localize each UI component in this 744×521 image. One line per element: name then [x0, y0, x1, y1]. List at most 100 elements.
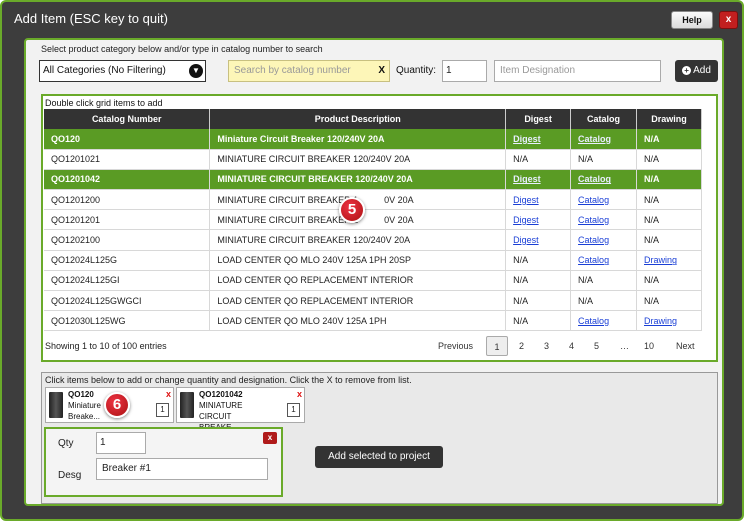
pager-page[interactable]: 4: [569, 336, 574, 356]
item-editor: Qty 1 Desg Breaker #1 x: [44, 427, 283, 497]
table-row[interactable]: QO12030L125WG LOAD CENTER QO MLO 240V 125…: [44, 310, 702, 332]
cell-drawing: N/A: [636, 229, 702, 251]
add-label: Add: [693, 65, 711, 76]
table-row[interactable]: QO1201021 MINIATURE CIRCUIT BREAKER 120/2…: [44, 149, 702, 170]
digest-link[interactable]: Digest: [513, 174, 541, 184]
add-button[interactable]: + Add: [675, 60, 718, 82]
col-product-description[interactable]: Product Description: [209, 109, 507, 129]
cell-desc: MINIATURE CIRCUIT BREAKER 120/240V 20A: [209, 229, 507, 251]
add-selected-to-project-button[interactable]: Add selected to project: [315, 446, 443, 468]
cell-drawing: N/A: [636, 149, 702, 170]
desc-text-tail: 0V 20A: [384, 214, 414, 225]
title-bar: Add Item (ESC key to quit) Help x: [2, 2, 742, 36]
clear-search-icon[interactable]: X: [378, 61, 385, 81]
catalog-link[interactable]: Catalog: [578, 255, 609, 265]
table-row[interactable]: QO1201201 MINIATURE CIRCUIT BREAKER 1 0V 2…: [44, 209, 702, 231]
cell-drawing: Drawing: [636, 310, 702, 332]
cell-desc: Miniature Circuit Breaker 120/240V 20A: [209, 129, 507, 150]
cart-item[interactable]: QO1201042 MINIATURE CIRCUITBREAKE... x 1: [176, 387, 305, 432]
category-select[interactable]: All Categories (No Filtering) ▼: [39, 60, 206, 82]
category-value: All Categories (No Filtering): [43, 65, 166, 76]
cell-desc: LOAD CENTER QO REPLACEMENT INTERIOR: [209, 270, 507, 292]
table-row[interactable]: QO12024L125GI LOAD CENTER QO REPLACEMENT …: [44, 270, 702, 292]
product-grid: Double click grid items to add Catalog N…: [41, 94, 718, 362]
cell-digest: Digest: [505, 129, 572, 150]
cell-desc: LOAD CENTER QO MLO 240V 125A 1PH 20SP: [209, 250, 507, 271]
catalog-link[interactable]: Catalog: [578, 316, 609, 326]
search-placeholder: Search by catalog number: [234, 65, 351, 76]
table-row[interactable]: QO1201042 MINIATURE CIRCUIT BREAKER 120/2…: [44, 169, 702, 191]
catalog-search-input[interactable]: Search by catalog number X: [228, 60, 390, 82]
desc-text: MINIATURE CIRCUIT BREAKER 1: [217, 214, 359, 225]
table-row[interactable]: QO12024L125G LOAD CENTER QO MLO 240V 125A…: [44, 250, 702, 271]
search-instruction: Select product category below and/or typ…: [41, 44, 323, 54]
cell-cat: QO1201042: [44, 169, 211, 191]
cell-cat: QO1201021: [44, 149, 211, 170]
cell-digest: N/A: [505, 310, 572, 332]
catalog-link[interactable]: Catalog: [578, 215, 609, 225]
editor-desg-label: Desg: [58, 470, 82, 481]
pager-page[interactable]: 1: [486, 336, 508, 356]
cell-catalog: N/A: [570, 149, 637, 170]
catalog-link[interactable]: Catalog: [578, 195, 609, 205]
pager-page[interactable]: 3: [544, 336, 549, 356]
digest-link[interactable]: Digest: [513, 195, 539, 205]
cell-digest: N/A: [505, 250, 572, 271]
cell-catalog: N/A: [570, 290, 637, 312]
cart-item-catalog: QO120: [68, 390, 94, 399]
pager-page[interactable]: 10: [644, 336, 654, 356]
table-row[interactable]: QO1201200 MINIATURE CIRCUIT BREAKER 1 0V 2…: [44, 189, 702, 211]
drawing-link[interactable]: Drawing: [644, 255, 677, 265]
cell-desc: LOAD CENTER QO MLO 240V 125A 1PH: [209, 310, 507, 332]
cart-item-qty[interactable]: 1: [287, 403, 300, 417]
pager-page[interactable]: 2: [519, 336, 524, 356]
drawing-link[interactable]: Drawing: [644, 316, 677, 326]
col-catalog[interactable]: Catalog: [570, 109, 637, 129]
table-row[interactable]: QO120 Miniature Circuit Breaker 120/240V …: [44, 129, 702, 150]
desc-text: MINIATURE CIRCUIT BREAKER 1: [217, 194, 359, 205]
cart-item-qty[interactable]: 1: [156, 403, 169, 417]
pager-page[interactable]: 5: [594, 336, 599, 356]
digest-link[interactable]: Digest: [513, 215, 539, 225]
col-drawing[interactable]: Drawing: [636, 109, 702, 129]
pager-next[interactable]: Next: [676, 336, 695, 356]
catalog-link[interactable]: Catalog: [578, 134, 611, 144]
cell-catalog: Catalog: [570, 169, 637, 191]
editor-desg-input[interactable]: Breaker #1: [96, 458, 268, 480]
editor-qty-input[interactable]: 1: [96, 432, 146, 454]
close-button[interactable]: x: [719, 11, 738, 29]
cart-item-desc-line1: MINIATURE CIRCUIT: [199, 401, 243, 421]
pager-previous[interactable]: Previous: [438, 336, 473, 356]
col-digest[interactable]: Digest: [505, 109, 572, 129]
catalog-link[interactable]: Catalog: [578, 174, 611, 184]
cell-cat: QO1202100: [44, 229, 211, 251]
catalog-link[interactable]: Catalog: [578, 235, 609, 245]
step-6-callout: 6: [104, 392, 130, 418]
product-table: Catalog Number Product Description Diges…: [44, 109, 702, 332]
help-button[interactable]: Help: [671, 11, 713, 29]
desc-text-tail: 0V 20A: [384, 194, 414, 205]
cell-desc: LOAD CENTER QO REPLACEMENT INTERIOR: [209, 290, 507, 312]
cell-drawing: N/A: [636, 129, 702, 150]
cell-catalog: Catalog: [570, 189, 637, 211]
remove-item-icon[interactable]: x: [297, 389, 302, 399]
table-row[interactable]: QO1202100 MINIATURE CIRCUIT BREAKER 120/2…: [44, 229, 702, 251]
breaker-thumbnail-icon: [180, 392, 194, 418]
table-row[interactable]: QO12024L125GWGCI LOAD CENTER QO REPLACEME…: [44, 290, 702, 312]
cell-drawing: N/A: [636, 209, 702, 231]
col-catalog-number[interactable]: Catalog Number: [44, 109, 211, 129]
cell-digest: Digest: [505, 189, 572, 211]
cell-catalog: Catalog: [570, 310, 637, 332]
cell-digest: N/A: [505, 270, 572, 292]
digest-link[interactable]: Digest: [513, 134, 541, 144]
cell-digest: N/A: [505, 149, 572, 170]
entries-info: Showing 1 to 10 of 100 entries: [45, 341, 167, 351]
remove-item-icon[interactable]: x: [166, 389, 171, 399]
cell-cat: QO1201201: [44, 209, 211, 231]
editor-close-icon[interactable]: x: [263, 432, 277, 444]
quantity-input[interactable]: 1: [442, 60, 487, 82]
item-designation-input[interactable]: Item Designation: [494, 60, 661, 82]
dialog-title: Add Item (ESC key to quit): [14, 11, 168, 26]
digest-link[interactable]: Digest: [513, 235, 539, 245]
quantity-label: Quantity:: [396, 65, 437, 76]
